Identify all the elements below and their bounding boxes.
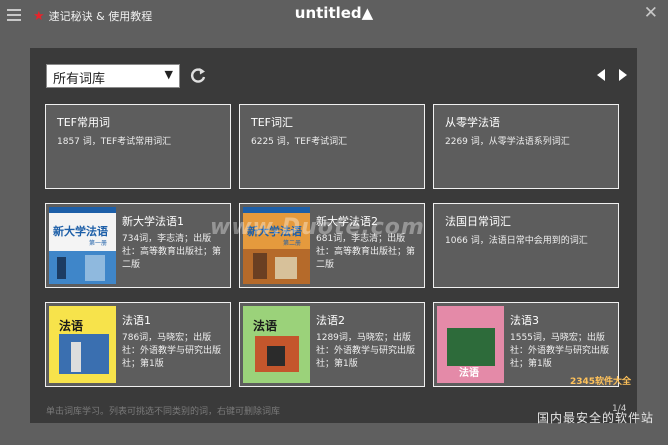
close-icon[interactable]: ✕ (644, 3, 658, 23)
card-desc: 1289词，马晓宏；出版社：外语教学与研究出版社；第1版 (316, 333, 416, 369)
refresh-icon[interactable] (190, 66, 206, 84)
title-bar: ★ 速记秘诀 & 使用教程 untitled▲ ✕ (0, 0, 668, 30)
card-title: 法语3 (510, 314, 539, 327)
card-desc: 2269 词，从零学法语系列词汇 (445, 137, 570, 147)
book-cover-image: 法语 (437, 306, 504, 383)
watermark-site: www.Duote.com (210, 215, 425, 240)
library-card-tef-vocab[interactable]: TEF词汇 6225 词，TEF考试词汇 (239, 104, 425, 189)
next-page-icon[interactable] (618, 68, 628, 82)
card-desc: 786词，马晓宏；出版社：外语教学与研究出版社；第1版 (122, 333, 222, 369)
cover-subtitle: 第一册 (89, 239, 107, 247)
book-cover-image: 新大学法语 第一册 (49, 207, 116, 284)
prev-page-icon[interactable] (596, 68, 606, 82)
footer-hint: 单击词库学习。列表可挑选不同类别的词，右键可删除词库 (46, 407, 281, 417)
card-title: 法语1 (122, 314, 151, 327)
library-card-tef-common[interactable]: TEF常用词 1857 词，TEF考试常用词汇 (45, 104, 231, 189)
library-card-zero-french[interactable]: 从零学法语 2269 词，从零学法语系列词汇 (433, 104, 619, 189)
book-cover-image: 法语 (49, 306, 116, 383)
library-card-daily-french[interactable]: 法国日常词汇 1066 词，法语日常中会用到的词汇 (433, 203, 619, 288)
card-desc: 1066 词，法语日常中会用到的词汇 (445, 236, 588, 246)
cover-title: 法语 (59, 318, 83, 333)
card-desc: 1857 词，TEF考试常用词汇 (57, 137, 172, 147)
card-title: 法国日常词汇 (445, 215, 511, 228)
card-title: 新大学法语1 (122, 215, 184, 228)
watermark-brand: 2345软件大全 (570, 377, 632, 387)
cover-subtitle: 第二册 (283, 239, 301, 247)
card-title: 从零学法语 (445, 116, 500, 129)
card-title: TEF词汇 (251, 116, 293, 129)
cover-title: 法语 (253, 318, 277, 333)
library-card-french-1[interactable]: 法语 法语1 786词，马晓宏；出版社：外语教学与研究出版社；第1版 (45, 302, 231, 387)
library-select-value: 所有词库 (53, 72, 106, 87)
card-title: TEF常用词 (57, 116, 110, 129)
cover-title: 新大学法语 (53, 224, 108, 238)
card-desc: 1555词，马晓宏；出版社：外语教学与研究出版社；第1版 (510, 333, 610, 369)
library-card-french-2[interactable]: 法语 法语2 1289词，马晓宏；出版社：外语教学与研究出版社；第1版 (239, 302, 425, 387)
app-title[interactable]: untitled▲ (0, 4, 668, 22)
watermark-slogan: 国内最安全的软件站 (537, 411, 655, 425)
card-desc: 6225 词，TEF考试词汇 (251, 137, 348, 147)
library-card-new-univ-1[interactable]: 新大学法语 第一册 新大学法语1 734词，李志清；出版社：高等教育出版社；第二… (45, 203, 231, 288)
library-select[interactable]: 所有词库 ▼ (46, 64, 180, 88)
book-cover-image: 法语 (243, 306, 310, 383)
dropdown-arrow-icon: ▼ (164, 68, 173, 81)
cover-title: 法语 (459, 366, 479, 379)
card-title: 法语2 (316, 314, 345, 327)
